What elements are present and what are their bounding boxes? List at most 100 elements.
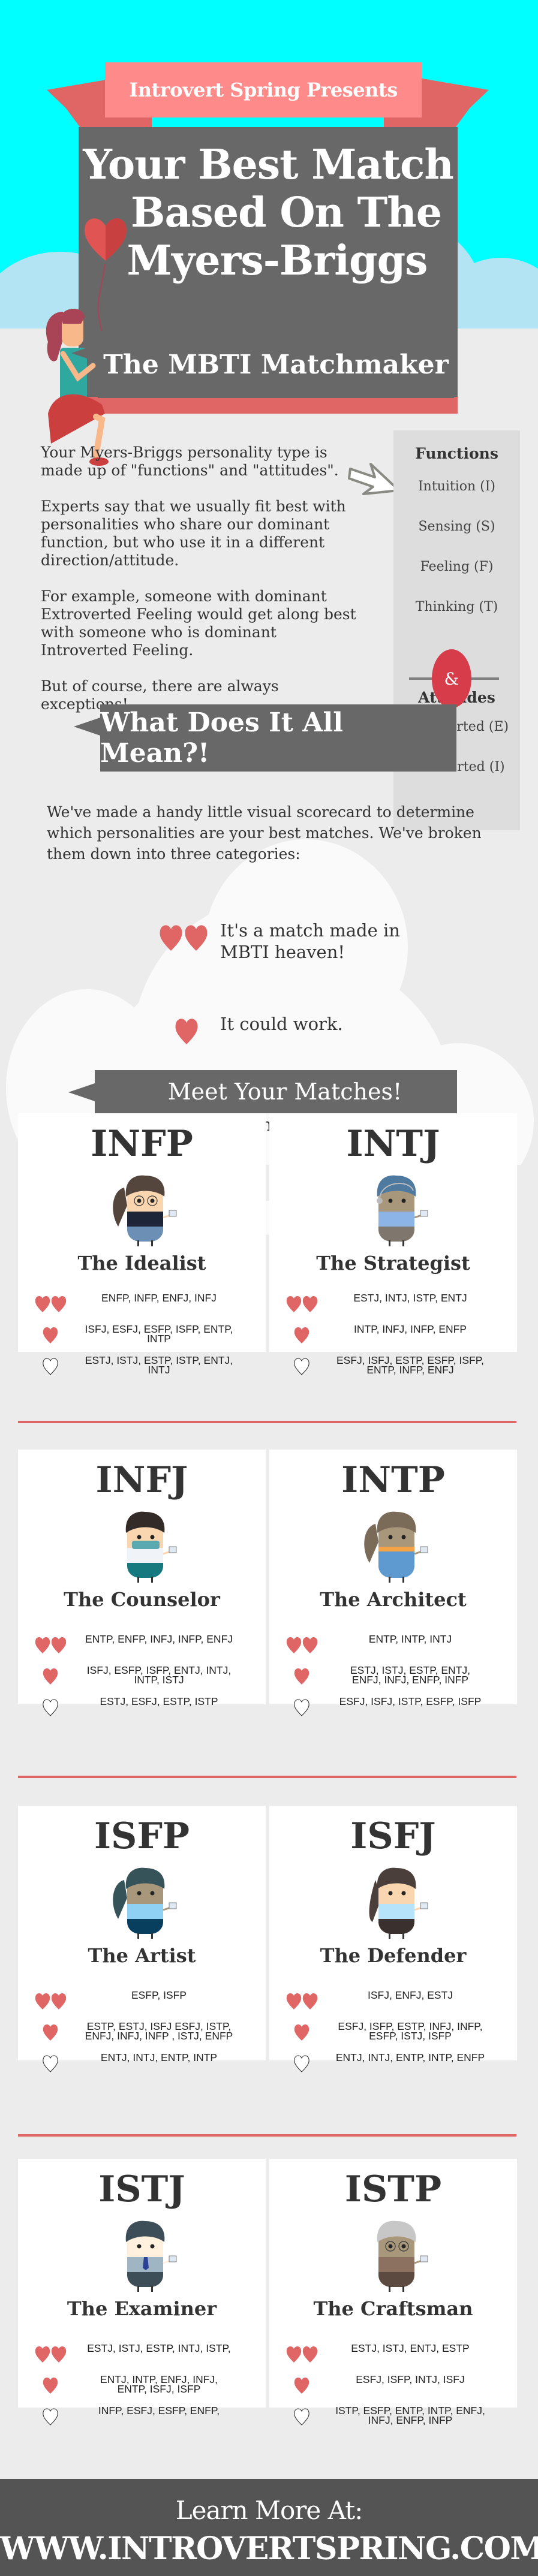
match-row-good: ESTJ, ISTJ, ESTP, ENTJ, ENFJ, INFJ, ENFP… <box>269 1665 517 1686</box>
functions-heading: Functions <box>415 445 498 462</box>
section-heading-text: Meet Your Matches! <box>167 1078 402 1105</box>
match-list-unlikely: ESFJ, ISFJ, ESTP, ESFP, ISFP, ENTP, INFP… <box>336 1354 485 1376</box>
match-list-best: ENFP, INFP, ENFJ, INFJ <box>101 1292 217 1304</box>
heart-outline-icon <box>269 1355 335 1376</box>
legend-label: It could work. <box>220 1014 343 1034</box>
match-row-good: ESFJ, ISFP, INTJ, ISFJ <box>269 2374 517 2395</box>
section-divider <box>18 1776 516 1778</box>
match-card-isfj: ISFJ The Defender ISFJ, ENFJ, ESTJ ESFJ, IS… <box>269 1806 517 2072</box>
match-list-best: ISFJ, ENFJ, ESTJ <box>368 1989 453 2001</box>
legend-item-best: It's a match made in MBTI heaven! <box>159 920 400 963</box>
match-list-best: ESTJ, ISTJ, ENTJ, ESTP <box>351 2342 470 2354</box>
page-title: Your Best Match Based On The Myers-Brigg… <box>79 141 458 285</box>
mbti-type: ISTP <box>344 2168 442 2210</box>
match-list-unlikely: ESFJ, ISFJ, ISTP, ESFP, ISFP <box>339 1695 482 1707</box>
type-nickname: The Craftsman <box>313 2297 473 2320</box>
heart-icon <box>269 1324 335 1345</box>
heart-icon <box>18 1324 84 1345</box>
match-card-isfp: ISFP The Artist ESFP, ISFP ESTP, ESTJ, ISFJ… <box>18 1806 266 2072</box>
title-line-2: Based On The <box>131 189 442 237</box>
presenter-text: Introvert Spring Presents <box>129 79 398 101</box>
double-heart-icon <box>159 920 220 952</box>
match-row-best: ESTJ, ISTJ, ESTP, INTJ, ISTP, <box>18 2343 266 2364</box>
title-line-1: Your Best Match <box>83 141 454 189</box>
mbti-type: ISTJ <box>98 2168 185 2210</box>
mbti-type: INTJ <box>346 1123 440 1165</box>
match-row-good: INTP, INFJ, INFP, ENFP <box>269 1324 517 1345</box>
type-nickname: The Examiner <box>67 2297 217 2320</box>
match-row-best: ESTJ, INTJ, ISTP, ENTJ <box>269 1292 517 1313</box>
match-list-best: ENTP, ENFP, INFJ, INFP, ENFJ <box>85 1633 233 1645</box>
presenter-ribbon: Introvert Spring Presents <box>105 62 422 117</box>
match-row-best: ISFJ, ENFJ, ESTJ <box>269 1990 517 2011</box>
section-heading-meaning: What Does It All Mean?! <box>100 704 456 772</box>
match-list-unlikely: INFP, ESFJ, ESFP, ENFP, <box>98 2405 220 2417</box>
character-avatar <box>348 1862 438 1940</box>
section-divider <box>18 1421 516 1423</box>
match-list-best: ESFP, ISFP <box>131 1989 187 2001</box>
match-row-good: ESTP, ESTJ, ISFJ ESFJ, ISTP, ENFJ, INFJ,… <box>18 2021 266 2042</box>
match-list-good: ESTJ, ISTJ, ESTP, ENTJ, ENFJ, INFJ, ENFP… <box>350 1664 470 1686</box>
match-card-istj: ISTJ The Examiner ESTJ, ISTJ, ESTP, INTJ, … <box>18 2159 266 2426</box>
character-avatar <box>348 2215 438 2293</box>
heart-icon <box>18 2375 84 2395</box>
section-divider <box>18 2134 516 2137</box>
footer-website-link[interactable]: WWW.INTROVERTSPRING.COM <box>0 2530 538 2567</box>
heart-icon <box>18 2021 84 2042</box>
heart-outline-icon <box>18 1355 84 1376</box>
match-list-good: ISFJ, ESFP, ISFP, ENTJ, INTJ, INTP, ISTJ <box>86 1664 232 1686</box>
type-nickname: The Artist <box>88 1944 196 1967</box>
double-heart-icon <box>269 1990 335 2011</box>
heart-icon <box>269 1665 335 1686</box>
type-nickname: The Idealist <box>77 1252 206 1275</box>
double-heart-icon <box>269 2343 335 2364</box>
match-list-best: ESTJ, ISTJ, ESTP, INTJ, ISTP, <box>87 2342 231 2354</box>
title-board-ledge <box>79 397 458 414</box>
function-item: Feeling (F) <box>420 559 494 574</box>
match-list-unlikely: ENTJ, INTJ, ENTP, INTP <box>100 2051 218 2063</box>
match-list-unlikely: ENTJ, INTJ, ENTP, INTP, ENFP <box>335 2051 485 2063</box>
heart-outline-icon <box>18 2406 84 2426</box>
match-list-best: ESTJ, INTJ, ISTP, ENTJ <box>353 1292 467 1304</box>
match-row-unlikely: ESFJ, ISFJ, ISTP, ESFP, ISFP <box>269 1695 517 1717</box>
match-card-intp: INTP The Architect ENTP, INTP, INTJ ESTJ, I… <box>269 1450 517 1716</box>
match-list-good: ESFJ, ISFP, ESTP, INFJ, INFP, ESFP, ISTJ… <box>338 2020 483 2042</box>
heart-icon <box>174 1013 220 1050</box>
meaning-intro: We've made a handy little visual scoreca… <box>47 803 482 863</box>
intro-paragraph: Experts say that we usually fit best wit… <box>41 498 346 569</box>
character-avatar <box>97 1170 187 1248</box>
match-row-good: ISFJ, ESFP, ISFP, ENTJ, INTJ, INTP, ISTJ <box>18 1665 266 1686</box>
heart-outline-icon <box>269 2406 335 2426</box>
match-row-unlikely: ENTJ, INTJ, ENTP, INTP, ENFP <box>269 2051 517 2073</box>
match-card-intj: INTJ The Strategist ESTJ, INTJ, ISTP, ENTJ… <box>269 1113 517 1375</box>
match-list-best: ENTP, INTP, INTJ <box>368 1633 452 1645</box>
footer: Learn More At: WWW.INTROVERTSPRING.COM <box>0 2479 538 2576</box>
double-heart-icon <box>18 1634 84 1655</box>
double-heart-icon <box>18 1293 84 1313</box>
match-row-good: ENTJ, INTP, ENFJ, INFJ, ENTP, ISFJ, ISFP <box>18 2374 266 2395</box>
character-avatar <box>348 1506 438 1584</box>
function-item: Thinking (T) <box>415 599 498 614</box>
match-card-istp: ISTP The Craftsman ESTJ, ISTJ, ENTJ, ESTP E… <box>269 2159 517 2426</box>
intro-paragraph: Your Myers-Briggs personality type is ma… <box>41 444 339 479</box>
heart-icon <box>269 2375 335 2395</box>
mbti-type: ISFJ <box>350 1815 436 1857</box>
character-avatar <box>97 1862 187 1940</box>
match-list-good: INTP, INFJ, INFP, ENFP <box>354 1323 467 1335</box>
intro-paragraph: For example, someone with dominant Extro… <box>41 587 356 659</box>
heart-icon <box>18 1665 84 1686</box>
double-heart-icon <box>18 1990 84 2011</box>
ampersand-badge: & <box>432 649 471 708</box>
heart-outline-icon <box>18 1697 84 1717</box>
match-row-unlikely: ISTP, ESFP, ENTP, INTP, ENFJ, INFJ, ENFP… <box>269 2405 517 2426</box>
section-heading-matches: Meet Your Matches! <box>95 1070 457 1113</box>
type-nickname: The Defender <box>320 1944 467 1967</box>
match-row-unlikely: ESTJ, ESFJ, ESTP, ISTP <box>18 1695 266 1717</box>
match-row-best: ENFP, INFP, ENFJ, INFJ <box>18 1292 266 1313</box>
type-nickname: The Counselor <box>64 1588 220 1611</box>
match-row-good: ESFJ, ISFP, ESTP, INFJ, INFP, ESFP, ISTJ… <box>269 2021 517 2042</box>
section-heading-text: The MBTI Matchmaker <box>103 349 449 380</box>
match-list-good: ESTP, ESTJ, ISFJ ESFJ, ISTP, ENFJ, INFJ,… <box>85 2020 233 2042</box>
match-list-unlikely: ESTJ, ESFJ, ESTP, ISTP <box>100 1695 218 1707</box>
mbti-type: INTP <box>341 1459 445 1501</box>
